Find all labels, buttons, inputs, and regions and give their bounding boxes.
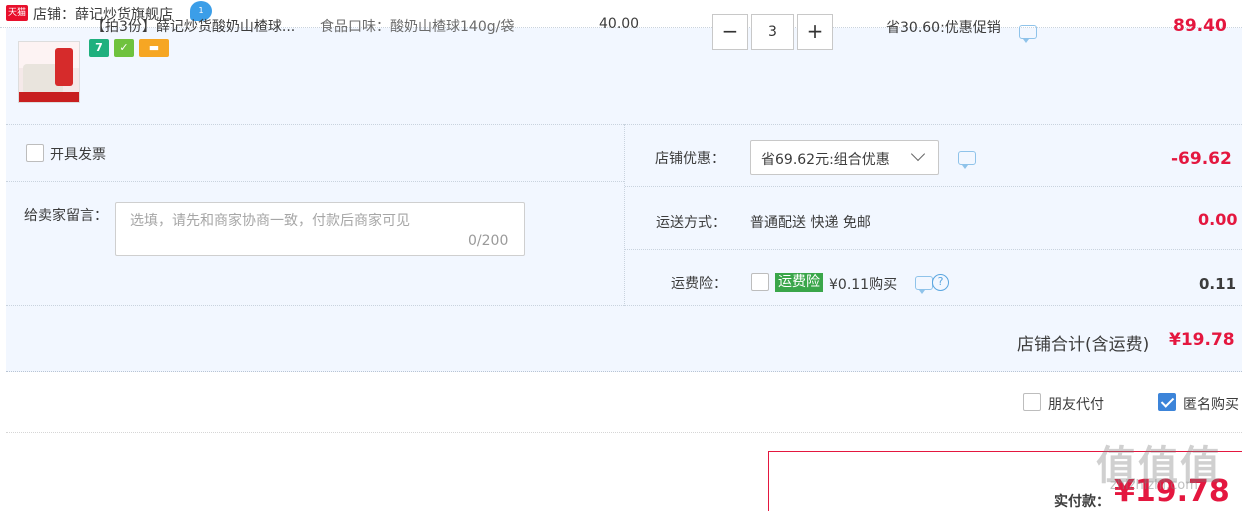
invoice-checkbox[interactable] bbox=[26, 144, 44, 162]
shop-total-label: 店铺合计(含运费) bbox=[1017, 335, 1150, 355]
seven-day-return-icon[interactable]: 7 bbox=[89, 39, 109, 57]
friend-pay-label[interactable]: 朋友代付 bbox=[1048, 394, 1104, 414]
quantity-input[interactable]: 3 bbox=[751, 14, 794, 50]
message-icon[interactable] bbox=[958, 151, 976, 169]
item-total-price: 89.40 bbox=[1173, 16, 1227, 36]
credit-card-icon[interactable]: ▬ bbox=[139, 39, 169, 57]
help-icon[interactable]: ? bbox=[932, 274, 949, 291]
quantity-decrease-button[interactable]: − bbox=[712, 14, 748, 50]
anonymous-purchase-label[interactable]: 匿名购买 bbox=[1183, 394, 1239, 414]
product-title[interactable]: 【拍3份】薛记炒货酸奶山楂球... bbox=[91, 16, 295, 36]
insurance-cost: 0.11 bbox=[1199, 275, 1237, 293]
shop-total-value: ¥19.78 bbox=[1169, 330, 1235, 350]
divider bbox=[6, 432, 1242, 433]
quantity-increase-button[interactable]: + bbox=[797, 14, 833, 50]
product-thumbnail[interactable] bbox=[18, 41, 80, 103]
shop-promo-label: 店铺优惠： bbox=[655, 151, 725, 167]
divider bbox=[6, 181, 624, 182]
divider bbox=[6, 305, 1242, 306]
quality-shield-icon[interactable]: ✓ bbox=[114, 39, 134, 57]
insurance-price: ¥0.11购买 bbox=[829, 277, 898, 293]
message-icon[interactable] bbox=[1019, 25, 1037, 43]
shipping-label: 运送方式： bbox=[656, 215, 726, 231]
shop-promo-select-value[interactable]: 省69.62元:组合优惠 bbox=[761, 149, 890, 169]
watermark-site: zhizhizhi.com bbox=[1110, 478, 1198, 493]
divider bbox=[625, 249, 1242, 250]
friend-pay-checkbox[interactable] bbox=[1023, 393, 1041, 411]
tmall-icon: 天猫 bbox=[6, 5, 28, 21]
message-icon[interactable] bbox=[915, 276, 933, 294]
insurance-checkbox[interactable] bbox=[751, 273, 769, 291]
invoice-label[interactable]: 开具发票 bbox=[50, 144, 106, 164]
divider bbox=[624, 124, 625, 306]
pay-label: 实付款： bbox=[1054, 494, 1110, 510]
shipping-method: 普通配送 快递 免邮 bbox=[750, 215, 871, 231]
seller-message-placeholder: 选填，请先和商家协商一致，付款后商家可见 bbox=[130, 213, 410, 229]
product-sku: 食品口味：酸奶山楂球140g/袋 bbox=[320, 19, 515, 35]
unit-price: 40.00 bbox=[599, 16, 640, 32]
item-promo: 省30.60:优惠促销 bbox=[886, 20, 1001, 36]
anonymous-purchase-checkbox[interactable] bbox=[1158, 393, 1176, 411]
message-char-count: 0/200 bbox=[468, 233, 509, 249]
shop-discount-amount: -69.62 bbox=[1171, 149, 1232, 169]
shipping-cost: 0.00 bbox=[1198, 210, 1238, 229]
insurance-tag: 运费险 bbox=[775, 273, 823, 292]
divider bbox=[625, 186, 1242, 187]
order-item-row bbox=[6, 28, 1242, 124]
insurance-label: 运费险： bbox=[671, 276, 727, 292]
message-label: 给卖家留言： bbox=[24, 208, 108, 224]
